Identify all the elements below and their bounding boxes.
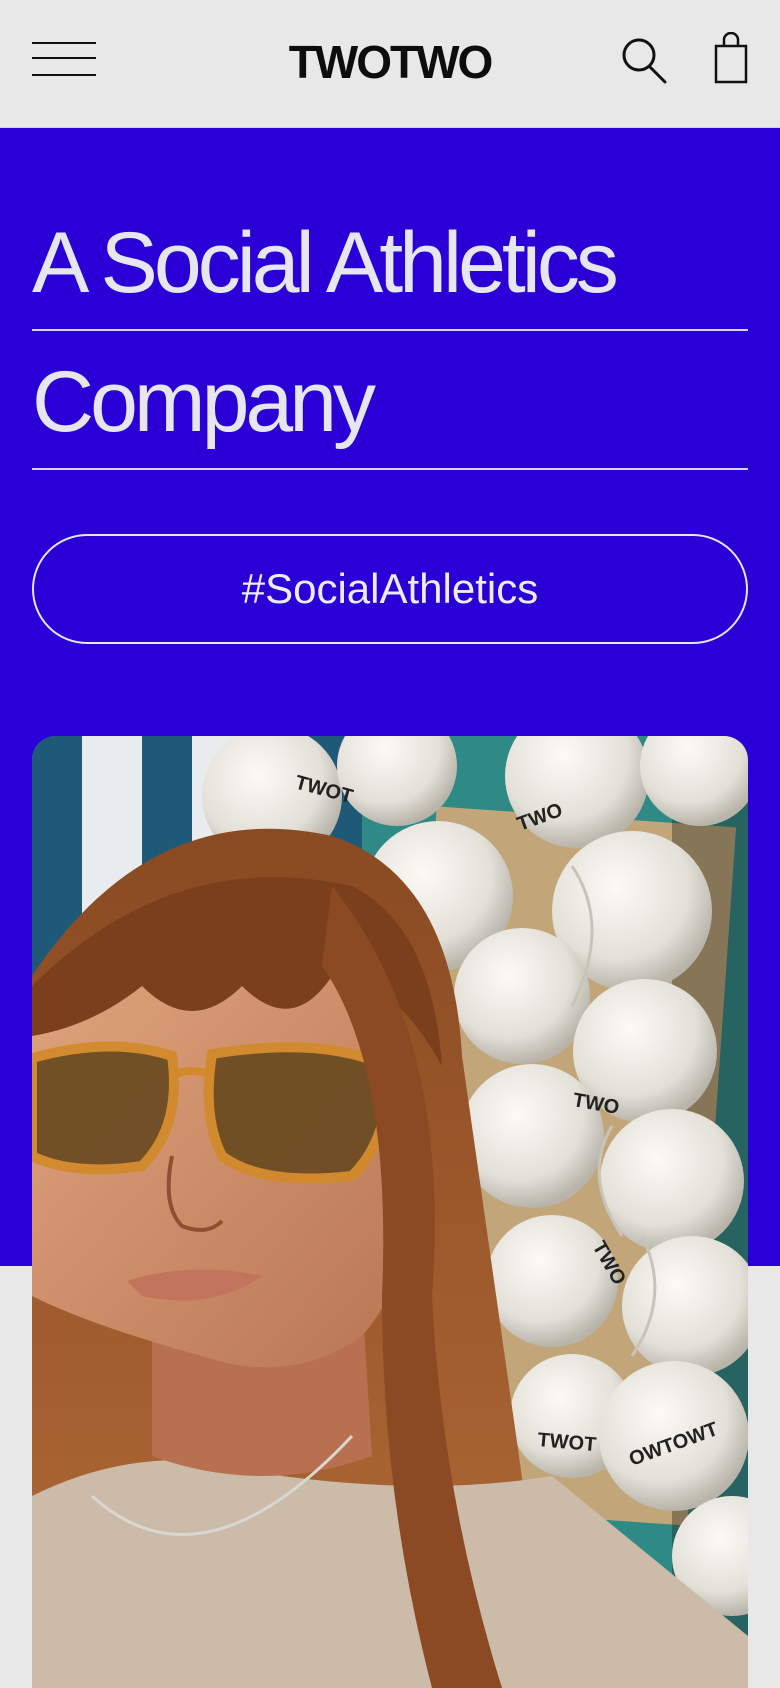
search-icon[interactable]: [620, 34, 668, 86]
hero-headline-line-2: Company: [32, 354, 376, 450]
shopping-bag-icon[interactable]: [712, 32, 752, 84]
headline-divider: [32, 468, 748, 470]
hero-photo: TWOT TWO TWO TWO OWTOWT TWOT: [32, 736, 748, 1688]
photo-illustration: TWOT TWO TWO TWO OWTOWT TWOT: [32, 736, 748, 1688]
hero-headline-line-1: A Social Athletics: [32, 215, 619, 311]
site-header: TWOTWO: [0, 0, 780, 128]
social-athletics-tag-button[interactable]: #SocialAthletics: [32, 534, 748, 644]
headline-divider: [32, 329, 748, 331]
